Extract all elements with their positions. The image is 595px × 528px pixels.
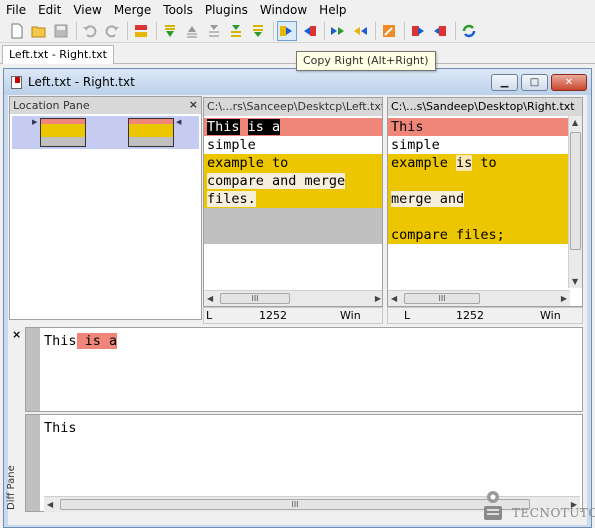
right-scroll-thumb[interactable]: III <box>404 293 480 304</box>
menu-edit[interactable]: Edit <box>33 3 66 17</box>
minimize-button[interactable]: ▁ <box>491 74 518 91</box>
left-codepage: 1252 <box>259 309 287 322</box>
left-line-4: compare and merge <box>204 172 382 190</box>
right-line-3: example is to <box>388 154 570 172</box>
right-codepage: 1252 <box>456 309 484 322</box>
left-platform: Win <box>340 309 361 322</box>
open-folder-icon[interactable] <box>30 22 48 40</box>
menu-file[interactable]: File <box>0 3 31 17</box>
watermark-text: TECNOTUTO <box>512 506 595 520</box>
right-horizontal-scrollbar[interactable]: ◀ III ▶ <box>388 290 570 306</box>
left-line-1: This is a <box>204 118 382 136</box>
location-pane-label: Location Pane <box>13 99 90 112</box>
diff-scroll-thumb[interactable]: III <box>60 499 530 510</box>
last-diff-icon[interactable] <box>249 22 267 40</box>
menu-tools[interactable]: Tools <box>158 3 198 17</box>
menu-plugins[interactable]: Plugins <box>200 3 253 17</box>
left-file-map <box>40 118 86 147</box>
left-file-path: C:\...rs\Sanceep\Desktcp\Left.txt <box>204 98 382 116</box>
right-line-5: merge and <box>388 190 570 208</box>
location-pane-title: Location Pane × <box>10 97 201 114</box>
close-button[interactable]: ✕ <box>551 74 587 91</box>
window-title: Left.txt - Right.txt <box>28 75 135 89</box>
document-tab[interactable]: Left.txt - Right.txt <box>2 45 114 64</box>
window-title-bar[interactable]: Left.txt - Right.txt ▁ □ ✕ <box>4 69 591 95</box>
diff-bottom-line: This <box>44 420 77 436</box>
left-line-3: example to <box>204 154 382 172</box>
right-marker-icon: ◀ <box>176 118 182 126</box>
next-diff-icon[interactable] <box>161 22 179 40</box>
refresh-icon[interactable] <box>460 22 478 40</box>
copy-all-right-icon[interactable] <box>329 22 347 40</box>
left-marker-icon: ▶ <box>32 118 38 126</box>
left-status-bar: L 1252 Win <box>203 307 383 324</box>
maximize-button[interactable]: □ <box>521 74 548 91</box>
diff-top-line: This is a <box>44 333 118 349</box>
right-file-map <box>128 118 174 147</box>
prev-diff-icon[interactable] <box>183 22 201 40</box>
undo-icon[interactable] <box>81 22 99 40</box>
menu-window[interactable]: Window <box>255 3 312 17</box>
right-status-bar: L 1252 Win <box>387 307 583 324</box>
left-line-5: files. <box>204 190 382 208</box>
location-overview[interactable]: ▶ ◀ <box>12 116 199 149</box>
toolbar <box>0 19 595 43</box>
right-platform: Win <box>540 309 561 322</box>
copy-right-icon[interactable] <box>277 20 297 41</box>
menu-merge[interactable]: Merge <box>109 3 156 17</box>
left-eol: L <box>206 309 213 322</box>
right-line-6 <box>388 208 570 226</box>
open-right-icon[interactable] <box>431 22 449 40</box>
copy-left-icon[interactable] <box>300 22 318 40</box>
left-file-pane[interactable]: C:\...rs\Sanceep\Desktcp\Left.txt This i… <box>203 97 383 307</box>
diff-pane-top[interactable]: This is a <box>25 327 583 412</box>
left-gap-lines <box>204 208 382 244</box>
first-diff-icon[interactable] <box>205 22 223 40</box>
close-location-pane-icon[interactable]: × <box>189 98 198 111</box>
menu-help[interactable]: Help <box>314 3 351 17</box>
edit-icon[interactable] <box>380 22 398 40</box>
current-diff-icon[interactable] <box>227 22 245 40</box>
open-left-icon[interactable] <box>409 22 427 40</box>
close-diff-pane-icon[interactable]: × <box>12 328 21 341</box>
diff-pane-title: Diff Pane <box>6 465 17 510</box>
right-eol: L <box>404 309 411 322</box>
right-line-2: simple <box>391 137 440 153</box>
document-icon <box>11 76 22 89</box>
save-icon[interactable] <box>52 22 70 40</box>
tooltip: Copy Right (Alt+Right) <box>296 51 436 71</box>
new-file-icon[interactable] <box>8 22 26 40</box>
right-file-pane[interactable]: C:\...s\Sandeep\Desktop\Right.txt This s… <box>387 97 583 307</box>
copy-all-left-icon[interactable] <box>351 22 369 40</box>
right-line-4 <box>388 172 570 190</box>
menu-bar: File Edit View Merge Tools Plugins Windo… <box>0 0 595 19</box>
redo-icon[interactable] <box>103 22 121 40</box>
right-line-1: This <box>388 118 570 136</box>
location-pane: Location Pane × ▶ ◀ <box>9 96 202 320</box>
menu-view[interactable]: View <box>68 3 106 17</box>
right-vscroll-thumb[interactable] <box>570 132 581 250</box>
right-vertical-scrollbar[interactable]: ▲ ▼ <box>568 116 582 288</box>
left-scroll-thumb[interactable]: III <box>220 293 290 304</box>
right-file-path: C:\...s\Sandeep\Desktop\Right.txt <box>388 98 582 116</box>
left-line-2: simple <box>207 137 256 153</box>
left-horizontal-scrollbar[interactable]: ◀ III ▶ <box>204 290 382 306</box>
watermark: TECNOTUTO <box>478 488 595 524</box>
right-line-7: compare files; <box>388 226 570 244</box>
robot-logo-icon <box>484 491 502 520</box>
options-icon[interactable] <box>132 22 150 40</box>
